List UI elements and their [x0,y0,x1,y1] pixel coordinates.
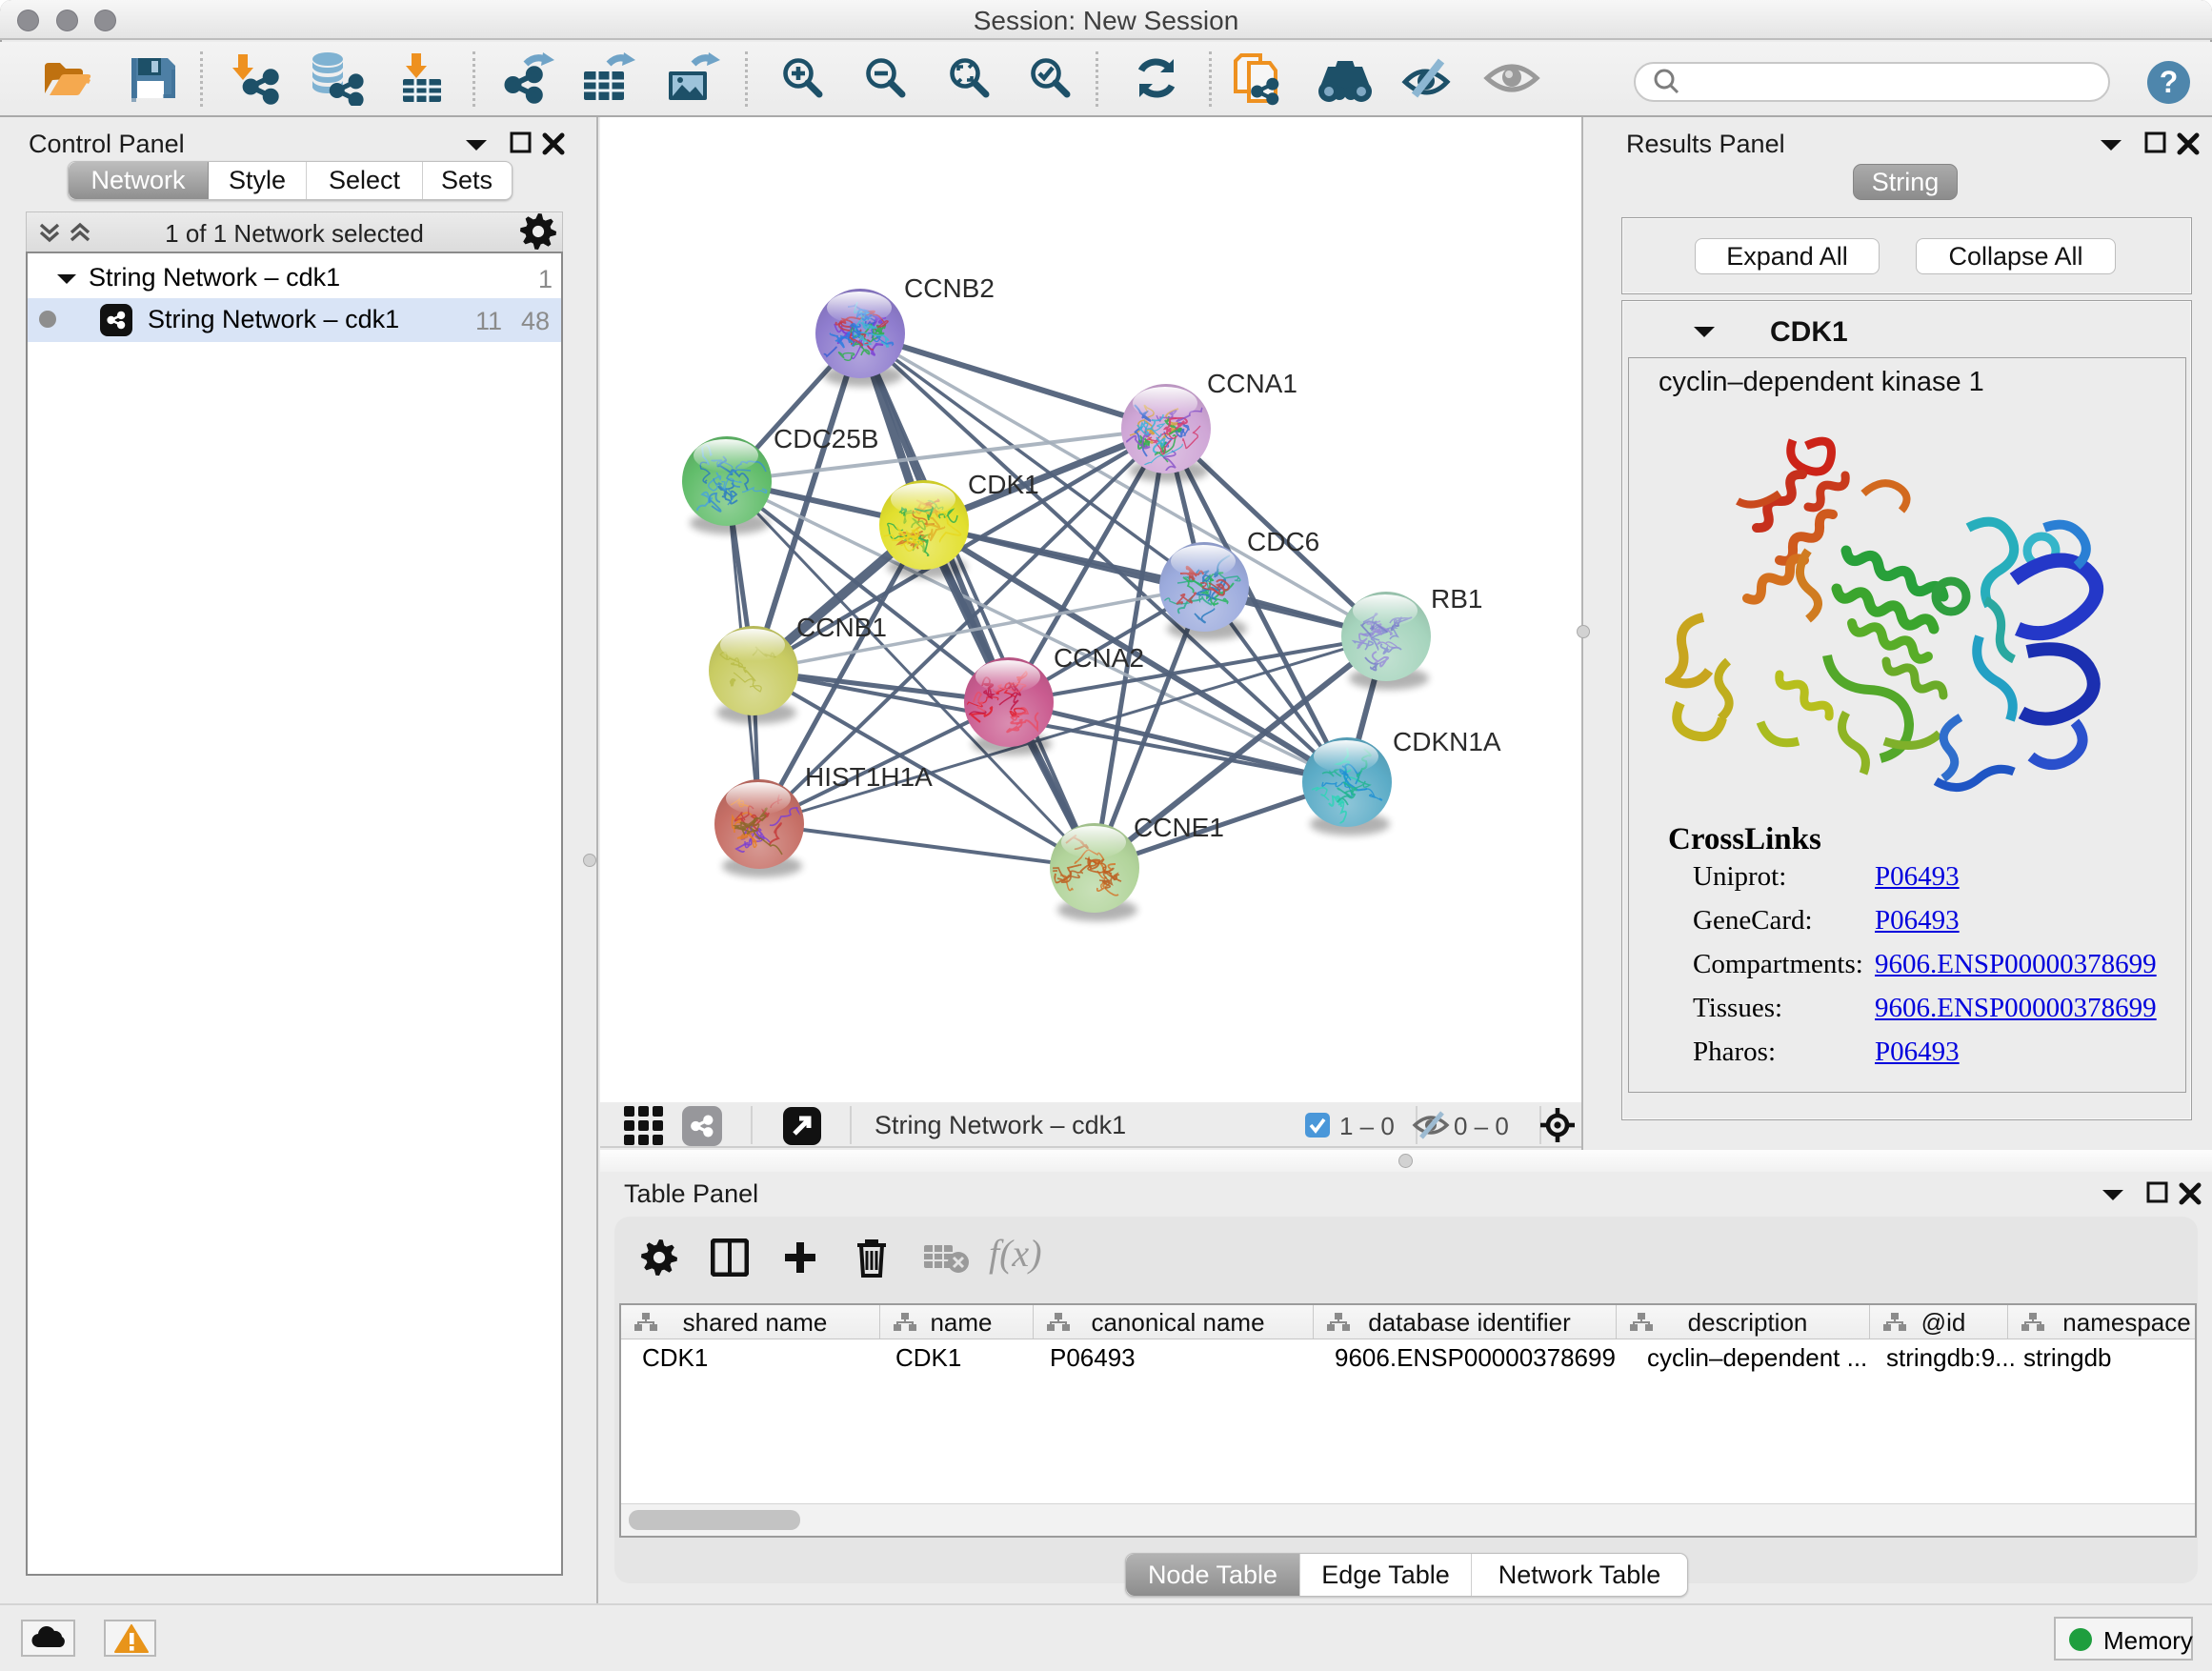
svg-text:CDKN1A: CDKN1A [1393,727,1501,756]
svg-text:CDC6: CDC6 [1247,527,1319,556]
svg-text:CDK1: CDK1 [968,470,1039,499]
svg-text:CDC25B: CDC25B [774,424,878,453]
svg-text:RB1: RB1 [1431,584,1482,614]
svg-text:CCNE1: CCNE1 [1134,813,1224,842]
svg-text:CCNA1: CCNA1 [1207,369,1297,398]
svg-text:CCNB2: CCNB2 [904,273,995,303]
svg-text:CCNA2: CCNA2 [1054,643,1144,673]
svg-text:HIST1H1A: HIST1H1A [805,762,933,792]
svg-text:CCNB1: CCNB1 [796,613,887,642]
